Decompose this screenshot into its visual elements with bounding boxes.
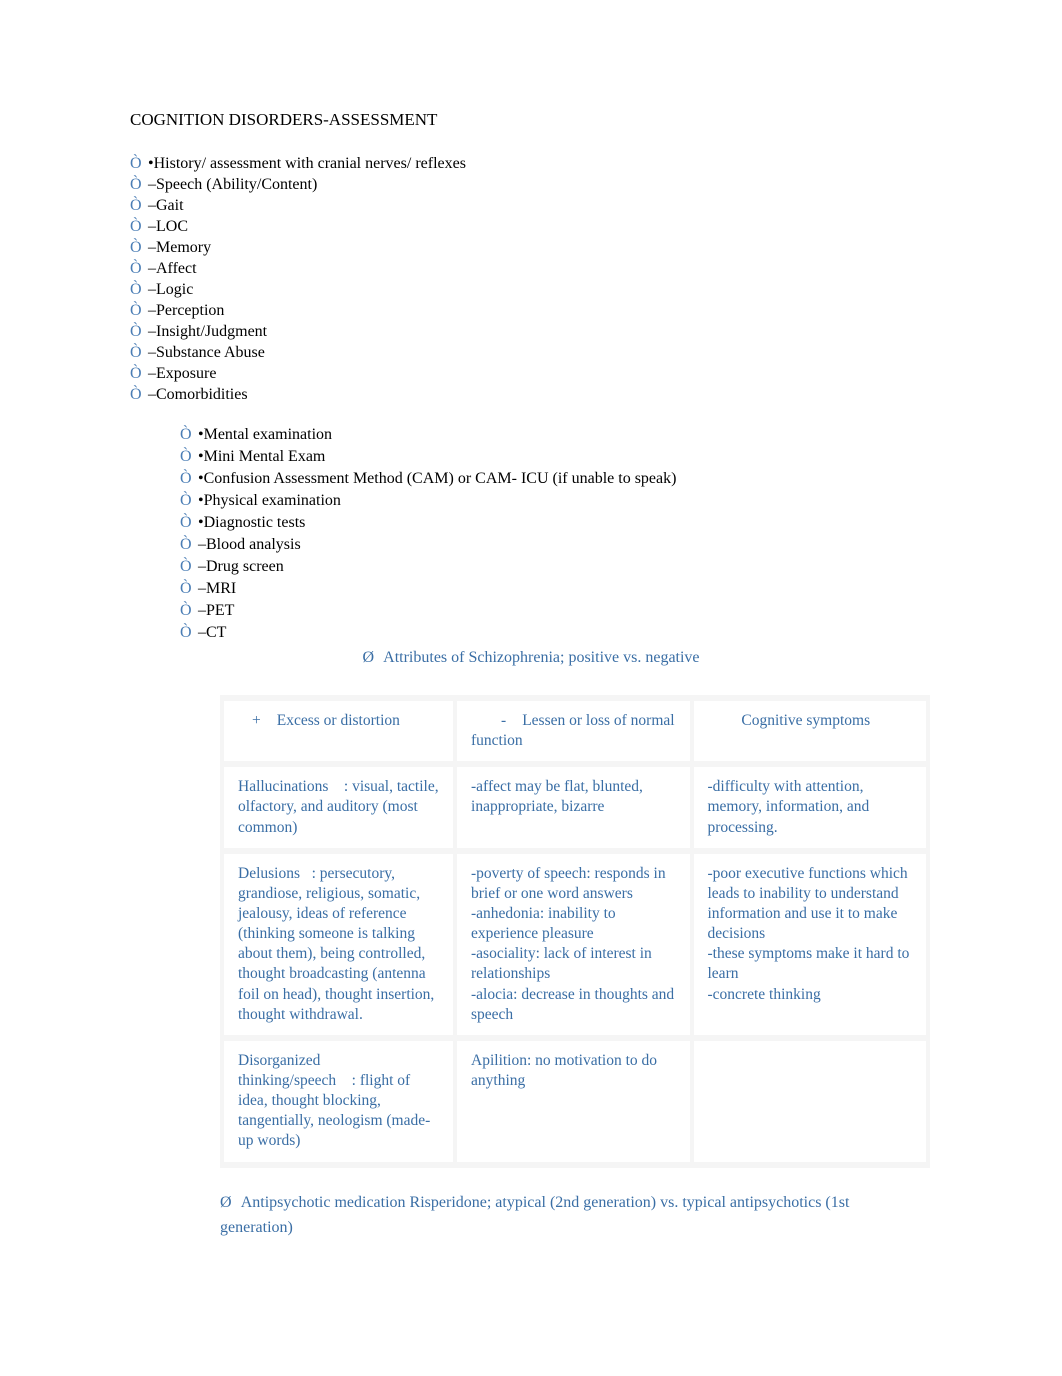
list-item-text: –Drug screen	[198, 557, 284, 577]
list-item-text: •Diagnostic tests	[198, 513, 305, 533]
bullet-o-icon: Ò	[130, 343, 148, 363]
bullet-o-icon: Ò	[130, 280, 148, 300]
list-item: Ò–Insight/Judgment	[130, 322, 932, 342]
attributes-heading: Ø Attributes of Schizophrenia; positive …	[130, 649, 932, 667]
table-header-positive: Excess or distortion	[224, 701, 453, 761]
bullet-o-icon: Ò	[130, 385, 148, 405]
table-header-negative: Lessen or loss of normal function	[457, 701, 689, 761]
list-item-text: –Gait	[148, 196, 184, 216]
list-item: Ò–Blood analysis	[180, 535, 932, 555]
bullet-o-icon: Ò	[130, 238, 148, 258]
bullet-o-icon: Ò	[130, 154, 148, 174]
bullet-o-icon: Ò	[130, 217, 148, 237]
list-item-text: –Memory	[148, 238, 211, 258]
table-cell	[694, 1041, 927, 1162]
bullet-o-icon: Ò	[130, 175, 148, 195]
list-item-text: –Exposure	[148, 364, 216, 384]
table-row: Hallucinations : visual, tactile, olfact…	[224, 767, 926, 847]
table-cell: -poor executive functions which leads to…	[694, 854, 927, 1035]
medication-heading: Ø Antipsychotic medication Risperidone; …	[220, 1190, 870, 1241]
list-item: Ò–MRI	[180, 579, 932, 599]
bullet-o-icon: Ò	[130, 301, 148, 321]
table-cell: Hallucinations : visual, tactile, olfact…	[224, 767, 453, 847]
list-item-text: –Substance Abuse	[148, 343, 265, 363]
list-item-text: –Blood analysis	[198, 535, 301, 555]
table-cell: Disorganized thinking/speech : flight of…	[224, 1041, 453, 1162]
list-item-text: –Logic	[148, 280, 193, 300]
list-item-text: –Perception	[148, 301, 224, 321]
bullet-o-slash-icon: Ø	[362, 649, 374, 666]
bullet-o-icon: Ò	[130, 322, 148, 342]
list-item: Ò–Speech (Ability/Content)	[130, 175, 932, 195]
bullet-list-primary: Ò•History/ assessment with cranial nerve…	[130, 154, 932, 405]
list-item-text: –LOC	[148, 217, 188, 237]
bullet-o-icon: Ò	[180, 557, 198, 577]
list-item: Ò–Affect	[130, 259, 932, 279]
table-cell: Delusions : persecutory, grandiose, reli…	[224, 854, 453, 1035]
list-item: Ò–LOC	[130, 217, 932, 237]
list-item: Ò–Exposure	[130, 364, 932, 384]
bullet-o-icon: Ò	[130, 259, 148, 279]
list-item: Ò•Physical examination	[180, 491, 932, 511]
table-cell: -poverty of speech: responds in brief or…	[457, 854, 689, 1035]
bullet-o-icon: Ò	[180, 491, 198, 511]
list-item-text: –MRI	[198, 579, 236, 599]
list-item-text: •Mini Mental Exam	[198, 447, 325, 467]
list-item-text: –CT	[198, 623, 226, 643]
list-item-text: –Comorbidities	[148, 385, 248, 405]
bullet-o-icon: Ò	[180, 623, 198, 643]
bullet-o-icon: Ò	[180, 579, 198, 599]
list-item: Ò–Perception	[130, 301, 932, 321]
schizophrenia-table: Excess or distortion Lessen or loss of n…	[220, 695, 930, 1168]
list-item: Ò•Mini Mental Exam	[180, 447, 932, 467]
list-item: Ò•Confusion Assessment Method (CAM) or C…	[180, 469, 932, 489]
list-item-text: •Confusion Assessment Method (CAM) or CA…	[198, 469, 676, 489]
bullet-o-icon: Ò	[180, 601, 198, 621]
table-row: Disorganized thinking/speech : flight of…	[224, 1041, 926, 1162]
list-item: Ò–Logic	[130, 280, 932, 300]
list-item-text: •Mental examination	[198, 425, 332, 445]
bullet-o-icon: Ò	[130, 364, 148, 384]
list-item-text: –Insight/Judgment	[148, 322, 267, 342]
list-item: Ò–Substance Abuse	[130, 343, 932, 363]
bullet-o-icon: Ò	[180, 447, 198, 467]
table-cell: -difficulty with attention, memory, info…	[694, 767, 927, 847]
document-title: COGNITION DISORDERS-ASSESSMENT	[130, 110, 932, 130]
list-item: Ò–Comorbidities	[130, 385, 932, 405]
list-item: Ò•Diagnostic tests	[180, 513, 932, 533]
list-item: Ò–CT	[180, 623, 932, 643]
table-header-row: Excess or distortion Lessen or loss of n…	[224, 701, 926, 761]
attributes-heading-text: Attributes of Schizophrenia; positive vs…	[383, 649, 699, 666]
bullet-o-icon: Ò	[180, 425, 198, 445]
list-item-text: –Speech (Ability/Content)	[148, 175, 317, 195]
table-cell: Apilition: no motivation to do anything	[457, 1041, 689, 1162]
bullet-o-icon: Ò	[130, 196, 148, 216]
bullet-o-icon: Ò	[180, 513, 198, 533]
list-item: Ò–Gait	[130, 196, 932, 216]
list-item-text: •Physical examination	[198, 491, 341, 511]
list-item: Ò–PET	[180, 601, 932, 621]
list-item-text: –Affect	[148, 259, 197, 279]
bullet-o-slash-icon: Ø	[220, 1194, 232, 1211]
bullet-o-icon: Ò	[180, 535, 198, 555]
medication-heading-text: Antipsychotic medication Risperidone; at…	[220, 1194, 849, 1237]
list-item: Ò–Memory	[130, 238, 932, 258]
table-row: Delusions : persecutory, grandiose, reli…	[224, 854, 926, 1035]
list-item-text: –PET	[198, 601, 234, 621]
bullet-list-secondary: Ò•Mental examinationÒ•Mini Mental ExamÒ•…	[180, 425, 932, 643]
list-item: Ò•History/ assessment with cranial nerve…	[130, 154, 932, 174]
table-header-cognitive: Cognitive symptoms	[694, 701, 927, 761]
list-item: Ò–Drug screen	[180, 557, 932, 577]
list-item-text: •History/ assessment with cranial nerves…	[148, 154, 466, 174]
bullet-o-icon: Ò	[180, 469, 198, 489]
table-cell: -affect may be flat, blunted, inappropri…	[457, 767, 689, 847]
list-item: Ò•Mental examination	[180, 425, 932, 445]
